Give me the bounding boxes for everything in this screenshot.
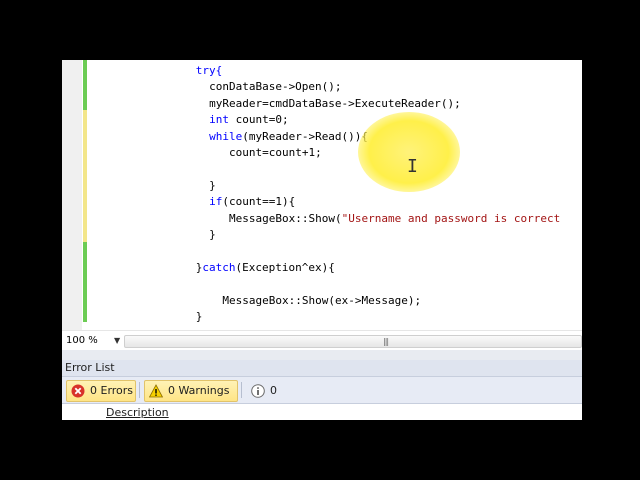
code-line: myReader=cmdDataBase->ExecuteReader(); — [209, 96, 461, 112]
messages-filter-button[interactable]: 0 Messages — [246, 380, 332, 417]
code-token: try{ — [195, 64, 223, 77]
code-line: while(myReader->Read()){ — [209, 129, 368, 145]
error-list-toolbar: 0 Errors 0 Warnings 0 Messages — [62, 377, 582, 417]
code-line: count=count+1; — [229, 145, 322, 161]
error-icon — [71, 384, 85, 398]
chevron-down-icon: ▼ — [114, 336, 121, 345]
code-token: (myReader->Read()){ — [242, 129, 369, 143]
code-token: if — [209, 195, 223, 209]
code-token: while — [209, 129, 243, 143]
code-line: if(count==1){ — [209, 194, 295, 210]
code-line: } — [209, 227, 216, 243]
zoom-select[interactable]: 100 % ▼ — [64, 333, 122, 349]
code-token: catch — [202, 260, 236, 274]
code-line: int count=0; — [209, 112, 288, 128]
info-icon — [251, 384, 265, 398]
code-lines: try{ conDataBase->Open(); myReader=cmdData… — [62, 60, 582, 330]
code-token: (count==1){ — [222, 195, 296, 209]
toolbar-separator — [139, 382, 140, 398]
warning-icon — [149, 384, 163, 398]
code-line: try{ — [196, 63, 223, 79]
code-token: (Exception^ex){ — [235, 260, 335, 274]
errors-filter-button[interactable]: 0 Errors — [66, 380, 136, 402]
code-token: } — [209, 178, 216, 192]
errors-count-label: 0 Errors — [90, 384, 134, 397]
code-line: }catch(Exception^ex){ — [196, 260, 335, 276]
code-token: count=0; — [228, 113, 289, 127]
code-line: conDataBase->Open(); — [209, 79, 341, 95]
code-token: } — [195, 310, 203, 323]
code-token: conDataBase->Open(); — [209, 80, 342, 94]
code-token: MessageBox::Show(ex->Message); — [222, 293, 422, 307]
code-token: int — [209, 113, 229, 127]
panel-splitter[interactable] — [62, 350, 582, 360]
toolbar-separator — [241, 382, 242, 398]
visual-studio-window: try{ conDataBase->Open(); myReader=cmdData… — [62, 60, 582, 420]
warnings-filter-button[interactable]: 0 Warnings — [144, 380, 238, 402]
error-list-column-header: Description — [62, 403, 582, 420]
warnings-count-label: 0 Warnings — [168, 384, 230, 397]
column-description[interactable]: Description — [106, 406, 169, 419]
zoom-value: 100 % — [66, 335, 98, 346]
code-editor[interactable]: try{ conDataBase->Open(); myReader=cmdData… — [62, 60, 582, 330]
code-line: } — [196, 309, 203, 325]
editor-bottom-bar: 100 % ▼ ||| — [62, 330, 582, 351]
error-list-title-bar[interactable]: Error List — [62, 360, 582, 377]
code-line: } — [209, 178, 216, 194]
code-token: MessageBox::Show( — [229, 211, 342, 225]
code-line: MessageBox::Show("Username and password … — [229, 211, 560, 227]
code-token: count=count+1; — [229, 146, 322, 159]
error-list-title: Error List — [65, 361, 115, 374]
scroll-grip-icon: ||| — [383, 337, 389, 346]
code-token: "Username and password is correct — [341, 211, 561, 225]
code-token: myReader=cmdDataBase->ExecuteReader(); — [209, 96, 461, 110]
horizontal-scrollbar[interactable]: ||| — [124, 335, 582, 348]
code-token: } — [209, 228, 216, 241]
error-list-panel: Error List 0 Errors 0 Warnings 0 Descrip… — [62, 360, 582, 420]
text-cursor-icon: I — [407, 156, 418, 177]
cursor-highlight — [358, 112, 460, 192]
code-line: MessageBox::Show(ex->Message); — [222, 293, 421, 309]
